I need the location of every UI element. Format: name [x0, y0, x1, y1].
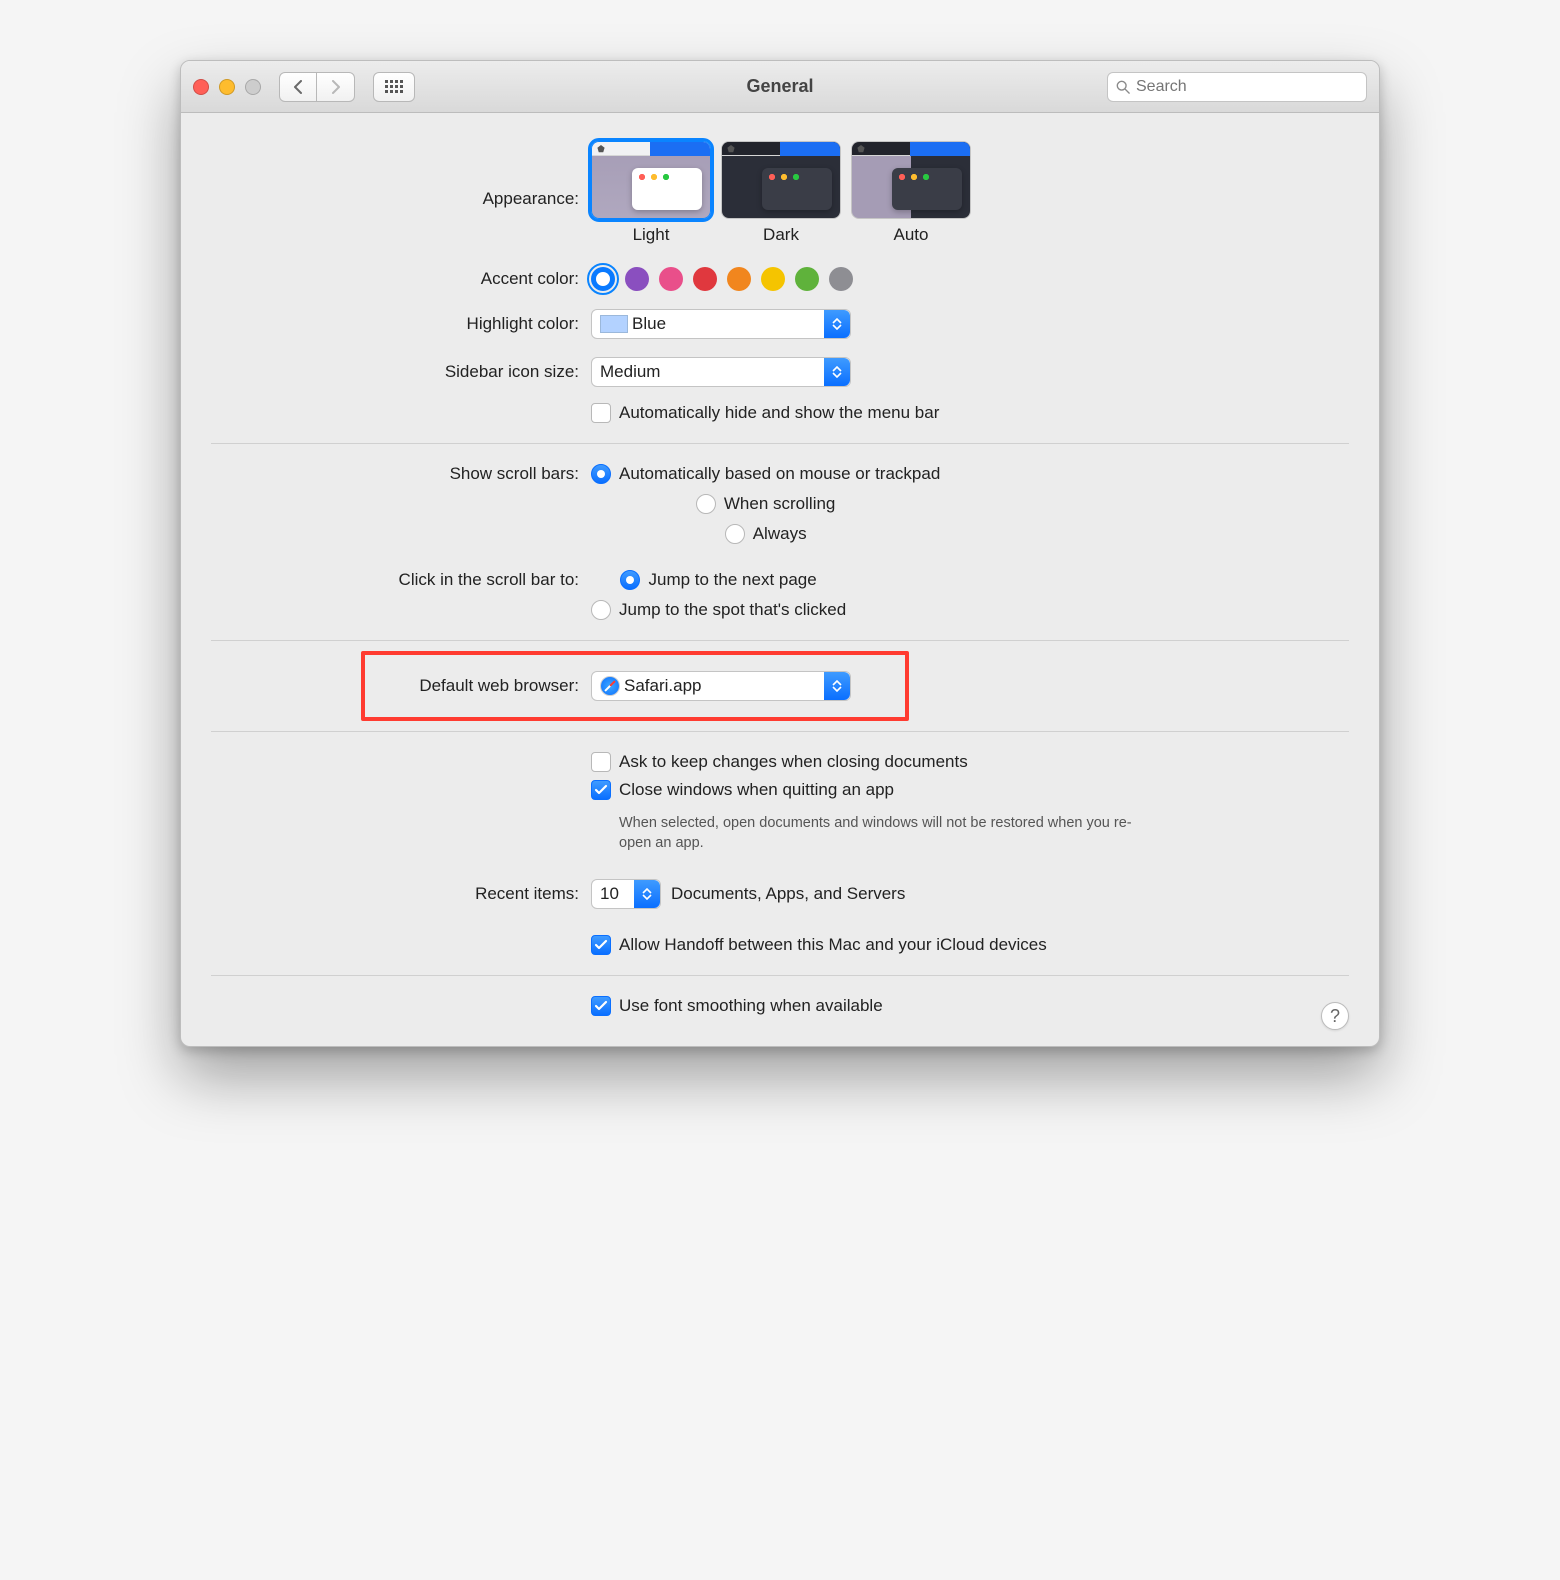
sidebar-size-label: Sidebar icon size: — [181, 362, 591, 382]
accent-swatch-1[interactable] — [625, 267, 649, 291]
highlight-label: Highlight color: — [181, 314, 591, 334]
preferences-window: General Appearance: Light Dark — [180, 60, 1380, 1047]
safari-icon — [600, 676, 620, 696]
forward-button[interactable] — [317, 72, 355, 102]
click-scrollbar-option-1[interactable]: Jump to the spot that's clicked — [591, 600, 846, 620]
accent-swatch-5[interactable] — [761, 267, 785, 291]
appearance-option-light[interactable]: Light — [591, 141, 711, 245]
accent-swatch-2[interactable] — [659, 267, 683, 291]
accent-color-picker — [591, 267, 853, 291]
back-button[interactable] — [279, 72, 317, 102]
accent-swatch-3[interactable] — [693, 267, 717, 291]
search-input[interactable] — [1136, 78, 1358, 96]
click-scrollbar-option-0[interactable]: Jump to the next page — [620, 570, 816, 590]
accent-swatch-0[interactable] — [591, 267, 615, 291]
scrollbars-label: Show scroll bars: — [181, 464, 591, 484]
zoom-window-button — [245, 79, 261, 95]
chevron-updown-icon — [824, 358, 850, 386]
show-all-button[interactable] — [373, 72, 415, 102]
default-browser-row: Default web browser: Safari.app — [181, 657, 1379, 715]
scrollbars-radiogroup: Automatically based on mouse or trackpad… — [591, 464, 940, 544]
autohide-menubar-checkbox[interactable]: Automatically hide and show the menu bar — [591, 403, 939, 423]
minimize-window-button[interactable] — [219, 79, 235, 95]
chevron-updown-icon — [824, 310, 850, 338]
default-browser-label: Default web browser: — [181, 676, 591, 696]
scrollbars-option-2[interactable]: Always — [725, 524, 807, 544]
scrollbars-option-0[interactable]: Automatically based on mouse or trackpad — [591, 464, 940, 484]
close-window-button[interactable] — [193, 79, 209, 95]
nav-buttons — [279, 72, 355, 102]
accent-swatch-4[interactable] — [727, 267, 751, 291]
highlight-color-select[interactable]: Blue — [591, 309, 851, 339]
recent-items-suffix: Documents, Apps, and Servers — [671, 884, 905, 904]
sidebar-size-select[interactable]: Medium — [591, 357, 851, 387]
font-smoothing-checkbox[interactable]: Use font smoothing when available — [591, 996, 883, 1016]
search-field[interactable] — [1107, 72, 1367, 102]
accent-label: Accent color: — [181, 269, 591, 289]
handoff-checkbox[interactable]: Allow Handoff between this Mac and your … — [591, 935, 1047, 955]
scrollbars-option-1[interactable]: When scrolling — [696, 494, 836, 514]
highlight-swatch — [600, 315, 628, 333]
chevron-updown-icon — [634, 880, 660, 908]
recent-items-label: Recent items: — [181, 884, 591, 904]
chevron-updown-icon — [824, 672, 850, 700]
help-button[interactable]: ? — [1321, 1002, 1349, 1030]
appearance-label: Appearance: — [181, 141, 591, 209]
appearance-option-dark[interactable]: Dark — [721, 141, 841, 245]
titlebar: General — [181, 61, 1379, 113]
default-browser-select[interactable]: Safari.app — [591, 671, 851, 701]
click-scrollbar-label: Click in the scroll bar to: — [181, 570, 591, 590]
ask-keep-changes-checkbox[interactable]: Ask to keep changes when closing documen… — [591, 752, 968, 772]
search-icon — [1116, 80, 1130, 94]
accent-swatch-7[interactable] — [829, 267, 853, 291]
appearance-option-auto[interactable]: Auto — [851, 141, 971, 245]
content: Appearance: Light Dark Auto Accent color… — [181, 113, 1379, 1046]
accent-swatch-6[interactable] — [795, 267, 819, 291]
recent-items-select[interactable]: 10 — [591, 879, 661, 909]
close-windows-note: When selected, open documents and window… — [619, 814, 1159, 853]
click-scrollbar-radiogroup: Jump to the next page Jump to the spot th… — [591, 570, 846, 620]
close-windows-checkbox[interactable]: Close windows when quitting an app — [591, 780, 894, 800]
window-controls — [193, 79, 261, 95]
